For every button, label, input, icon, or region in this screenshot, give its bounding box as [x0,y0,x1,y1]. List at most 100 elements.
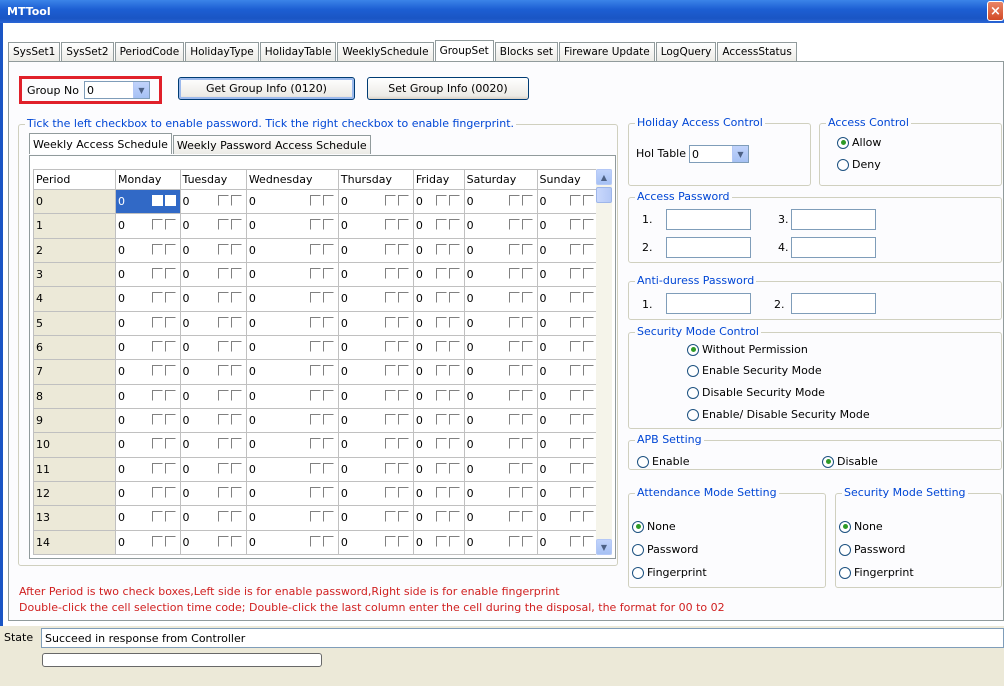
fingerprint-checkbox[interactable] [397,316,409,328]
schedule-cell[interactable]: 0 [337,310,414,336]
password-checkbox[interactable] [508,486,520,498]
fingerprint-checkbox[interactable] [448,535,460,547]
fingerprint-checkbox[interactable] [230,511,242,523]
schedule-cell[interactable]: 0 [245,480,339,507]
tab-groupset[interactable]: GroupSet [434,40,494,61]
schedule-cell[interactable]: 0 [412,213,465,239]
password-checkbox[interactable] [570,267,581,279]
schedule-cell[interactable]: 0 [179,334,247,361]
schedule-cell[interactable]: 0 [463,359,538,385]
schedule-cell[interactable]: 0 [245,237,339,263]
password-checkbox[interactable] [570,195,581,206]
schedule-cell[interactable]: 0 [536,480,600,507]
tab-holidaytable[interactable]: HolidayTable [259,42,337,61]
schedule-cell[interactable]: 0 [337,480,414,507]
schedule-cell[interactable]: 0 [337,407,414,434]
tab-sysset1[interactable]: SysSet1 [8,42,61,61]
password-checkbox[interactable] [217,511,229,523]
enable-disable-security-mode-radio[interactable]: Enable/ Disable Security Mode [687,408,870,421]
fingerprint-checkbox[interactable] [164,365,176,377]
schedule-cell[interactable]: 0 [536,261,600,288]
password-checkbox[interactable] [217,438,229,450]
password-checkbox[interactable] [508,535,520,547]
access-password-2-input[interactable] [666,237,751,258]
schedule-cell[interactable]: 0 [115,407,181,434]
fingerprint-checkbox[interactable] [448,267,460,279]
schedule-cell[interactable]: 0 [115,261,181,288]
schedule-cell[interactable]: 0 [337,432,414,458]
fingerprint-checkbox[interactable] [322,365,334,377]
fingerprint-checkbox[interactable] [164,219,176,231]
password-checkbox[interactable] [570,365,581,377]
password-checkbox[interactable] [151,389,163,401]
password-checkbox[interactable] [384,340,396,352]
password-checkbox[interactable] [151,511,163,523]
schedule-cell[interactable]: 0 [412,505,465,531]
fingerprint-checkbox[interactable] [230,219,242,231]
fingerprint-checkbox[interactable] [583,413,594,425]
password-checkbox[interactable] [384,365,396,377]
schedule-cell[interactable]: 0 [179,456,247,482]
schedule-cell[interactable]: 0 [245,213,339,239]
security-password-radio[interactable]: Password [839,543,905,556]
schedule-cell[interactable]: 0 [115,310,181,336]
fingerprint-checkbox[interactable] [448,292,460,304]
schedule-cell[interactable]: 0 [536,188,600,215]
fingerprint-checkbox[interactable] [583,438,594,450]
fingerprint-checkbox[interactable] [397,389,409,401]
fingerprint-checkbox[interactable] [397,219,409,231]
password-checkbox[interactable] [217,389,229,401]
schedule-cell[interactable]: 0 [245,383,339,409]
fingerprint-checkbox[interactable] [583,219,594,231]
password-checkbox[interactable] [384,195,396,206]
fingerprint-checkbox[interactable] [448,462,460,474]
fingerprint-checkbox[interactable] [322,438,334,450]
schedule-cell[interactable]: 0 [536,407,600,434]
schedule-cell[interactable]: 0 [179,407,247,434]
schedule-cell[interactable]: 0 [245,407,339,434]
fingerprint-checkbox[interactable] [164,535,176,547]
password-checkbox[interactable] [384,535,396,547]
schedule-cell[interactable]: 0 [245,505,339,531]
set-group-info-button[interactable]: Set Group Info (0020) [367,77,529,100]
fingerprint-checkbox[interactable] [322,462,334,474]
fingerprint-checkbox[interactable] [397,243,409,255]
password-checkbox[interactable] [151,267,163,279]
schedule-cell[interactable]: 0 [463,334,538,361]
fingerprint-checkbox[interactable] [164,195,176,206]
fingerprint-checkbox[interactable] [164,413,176,425]
fingerprint-checkbox[interactable] [230,462,242,474]
tab-accessstatus[interactable]: AccessStatus [717,42,797,61]
fingerprint-checkbox[interactable] [164,292,176,304]
fingerprint-checkbox[interactable] [322,389,334,401]
close-button[interactable]: × [987,1,1004,21]
password-checkbox[interactable] [217,413,229,425]
password-checkbox[interactable] [151,219,163,231]
hol-table-select[interactable]: 0 ▼ [689,145,749,163]
password-checkbox[interactable] [151,292,163,304]
schedule-cell[interactable]: 0 [179,237,247,263]
fingerprint-checkbox[interactable] [521,511,533,523]
password-checkbox[interactable] [309,438,321,450]
fingerprint-checkbox[interactable] [230,535,242,547]
schedule-cell[interactable]: 0 [412,310,465,336]
fingerprint-checkbox[interactable] [164,243,176,255]
fingerprint-checkbox[interactable] [230,316,242,328]
password-checkbox[interactable] [384,413,396,425]
fingerprint-checkbox[interactable] [521,365,533,377]
scroll-down-icon[interactable]: ▼ [596,539,612,555]
schedule-cell[interactable]: 0 [115,480,181,507]
schedule-cell[interactable]: 0 [412,237,465,263]
fingerprint-checkbox[interactable] [322,413,334,425]
schedule-cell[interactable]: 0 [179,213,247,239]
schedule-cell[interactable]: 0 [536,432,600,458]
schedule-cell[interactable]: 0 [337,359,414,385]
fingerprint-checkbox[interactable] [583,340,594,352]
schedule-cell[interactable]: 0 [245,334,339,361]
attendance-fingerprint-radio[interactable]: Fingerprint [632,566,707,579]
tab-blocks-set[interactable]: Blocks set [494,42,559,61]
fingerprint-checkbox[interactable] [583,316,594,328]
schedule-cell[interactable]: 0 [245,432,339,458]
schedule-cell[interactable]: 0 [463,456,538,482]
schedule-cell[interactable]: 0 [179,432,247,458]
